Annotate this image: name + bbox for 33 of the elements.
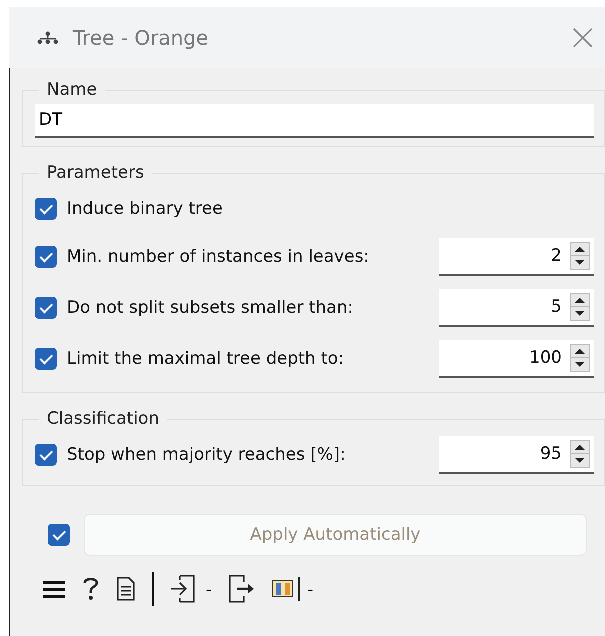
input-count: - [206,580,212,598]
checkbox[interactable] [35,246,57,268]
spin-box[interactable]: 95 [439,436,594,474]
spin-box[interactable]: 5 [439,288,594,326]
output-count: - [308,580,314,598]
checkbox[interactable] [35,444,57,466]
output-icon[interactable] [228,574,256,604]
spin-arrows-icon[interactable] [570,242,590,270]
spin-arrows-icon[interactable] [570,292,590,320]
help-icon[interactable] [82,576,100,602]
spin-arrows-icon[interactable] [570,344,590,372]
option-label: Do not split subsets smaller than: [67,298,354,318]
input-icon[interactable] [170,574,198,604]
window-title: Tree - Orange [73,26,210,50]
document-icon[interactable] [116,576,136,602]
checkbox[interactable] [35,198,57,220]
spin-arrows-icon[interactable] [570,440,590,468]
option-label: Min. number of instances in leaves: [67,246,370,266]
spin-box[interactable]: 100 [439,340,594,378]
name-field[interactable]: DT [35,104,594,138]
group-title: Name [46,80,98,100]
tree-icon [37,30,59,44]
spin-box[interactable]: 2 [439,238,594,276]
option-label: Limit the maximal tree depth to: [67,348,345,368]
group-title: Classification [46,409,160,429]
checkbox[interactable] [35,296,57,318]
checkbox[interactable] [35,348,57,370]
close-icon[interactable] [573,28,593,48]
menu-icon[interactable] [42,579,66,599]
book-icon[interactable] [272,578,294,600]
option-label: Induce binary tree [67,199,224,219]
group-title: Parameters [46,163,146,183]
option-label: Stop when majority reaches [%]: [67,445,347,465]
